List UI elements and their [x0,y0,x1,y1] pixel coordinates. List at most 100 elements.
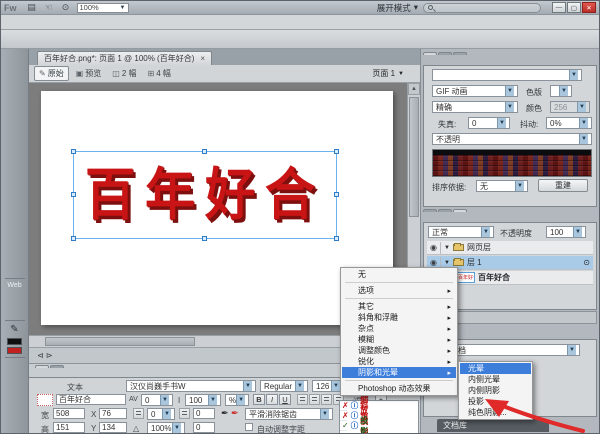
align-right-button[interactable] [321,394,332,405]
context-menu-item[interactable]: 杂点 ▸ [342,323,456,334]
tool-button[interactable] [4,206,26,220]
toolbar-icon[interactable] [111,33,124,46]
antialias-select[interactable]: 平滑消除锯齿 ▼ [245,408,333,420]
preview-mode-button[interactable]: ◫ 2 幅 [108,66,140,81]
tool-button[interactable] [4,360,26,374]
width-input[interactable]: 508 [53,408,85,419]
toolbar-icon[interactable] [43,33,56,46]
eye-icon[interactable]: ◉ [427,242,441,254]
loss-select[interactable]: 0 ▼ [468,117,510,129]
panel-tab[interactable] [423,209,437,212]
palette-select[interactable]: 精确 ▼ [432,101,518,113]
context-menu-item[interactable]: 斜角和浮雕 ▸ [342,312,456,323]
export-format-select[interactable]: GIF 动画 ▼ [432,85,518,97]
menu-item[interactable] [51,21,65,23]
context-menu-item[interactable]: 调整颜色 ▸ [342,345,456,356]
selection-handle[interactable] [71,149,76,154]
toolbar-icon[interactable] [247,33,260,46]
tool-button[interactable] [4,290,26,304]
selection-handle[interactable] [202,236,207,241]
space-after-input[interactable]: 0 [193,422,215,433]
toolbar-icon[interactable] [264,33,277,46]
menu-item[interactable] [79,21,93,23]
context-menu-item[interactable]: 其它 ▸ [342,301,456,312]
space-before-input[interactable]: 0 [193,408,215,419]
filter-enabled-mark[interactable]: ✗ [342,411,349,420]
toolbar-icon[interactable] [26,33,39,46]
menu-item[interactable] [37,21,51,23]
menu-item[interactable] [121,21,135,23]
context-menu-item[interactable]: 选项 ▸ [342,285,456,296]
filter-enabled-mark[interactable]: ✓ [342,421,349,430]
document-tab[interactable]: 百年好合.png*: 页面 1 @ 100% (百年好合) × [37,51,212,65]
align-left-button[interactable] [297,394,308,405]
submenu-item[interactable]: 内侧阴影 [460,385,531,396]
toolbar-icon[interactable] [196,33,209,46]
autokern-checkbox[interactable] [245,423,253,431]
toolbar-icon[interactable] [60,33,73,46]
saved-settings-select[interactable]: ▼ [432,69,582,81]
context-menu-item[interactable] [345,380,453,381]
tool-button[interactable] [4,122,26,136]
blend-mode-select[interactable]: 正常 ▼ [428,226,494,238]
tool-button[interactable] [4,164,26,178]
toolbar-icon[interactable] [179,33,192,46]
expand-arrow-icon[interactable]: ▼ [444,260,450,266]
filter-row[interactable]: ✗ ⓘ 缩放模糊 [340,411,347,421]
preview-mode-button[interactable]: ✎ 原始 [34,66,69,81]
toolbar-icon[interactable] [77,33,90,46]
context-menu-item[interactable]: 阴影和光晕 ▸ [342,367,456,378]
hscale-select[interactable]: 100% ▼ [147,422,185,434]
color-swatch-table[interactable] [432,149,592,177]
info-icon[interactable]: ⓘ [351,420,359,431]
italic-button[interactable]: I [266,394,278,405]
preview-mode-button[interactable]: ⊞ 4 幅 [144,66,175,81]
stroke-pen-icon[interactable]: ✒ [221,408,229,419]
toolbar-icon[interactable] [162,33,175,46]
panel-tab[interactable] [438,209,452,212]
document-library-tab[interactable]: 文档库 [437,419,549,432]
rebuild-button[interactable]: 重建 [538,179,588,192]
panel-tab[interactable] [423,52,437,55]
toolbar-icon[interactable] [298,33,311,46]
close-button[interactable]: ✕ [582,2,596,13]
toolbar-icon[interactable] [230,33,243,46]
toolbar-icon[interactable] [281,33,294,46]
tool-button[interactable] [4,248,26,262]
layer-row-web[interactable]: ◉ ▼ 网页层 [427,241,593,255]
selection-handle[interactable] [334,192,339,197]
tool-button[interactable] [4,374,26,388]
toolbar-icon[interactable] [145,33,158,46]
canvas-text[interactable]: 百年好合 [85,167,325,223]
toolbar-icon[interactable] [94,33,107,46]
selection-handle[interactable] [71,236,76,241]
filter-enabled-mark[interactable]: ✗ [342,401,349,410]
align-center-button[interactable] [309,394,320,405]
fill-color-well[interactable] [7,347,22,354]
hand-icon[interactable]: ☜ [43,2,55,13]
transparency-select[interactable]: 不透明 ▼ [432,133,592,145]
tool-button[interactable] [4,178,26,192]
toolbar-icon[interactable] [9,33,22,46]
context-menu-item[interactable]: 无 [342,269,456,280]
menu-item[interactable] [107,21,121,23]
y-input[interactable]: 134 [99,422,127,433]
selection-handle[interactable] [202,149,207,154]
tool-button[interactable] [4,66,26,80]
menu-item[interactable] [93,21,107,23]
expand-mode-button[interactable]: 展开模式 ▾ [377,2,418,14]
leading-select[interactable]: 100 ▼ [185,394,221,406]
zoom-level-select[interactable]: 100% ▼ [77,3,129,13]
tool-button[interactable] [4,94,26,108]
selection-handle[interactable] [334,149,339,154]
submenu-item[interactable]: 光晕 [460,363,531,374]
panel-tab[interactable] [453,209,467,212]
menu-item[interactable] [65,21,79,23]
tool-button[interactable] [4,136,26,150]
menu-item[interactable] [9,21,23,23]
tool-button[interactable] [4,234,26,248]
toolbar-icon[interactable] [128,33,141,46]
magnifier-icon[interactable]: ⊙ [60,2,72,13]
context-menu-item[interactable]: 模糊 ▸ [342,334,456,345]
submenu-item[interactable]: 纯色阴影... [460,407,531,418]
